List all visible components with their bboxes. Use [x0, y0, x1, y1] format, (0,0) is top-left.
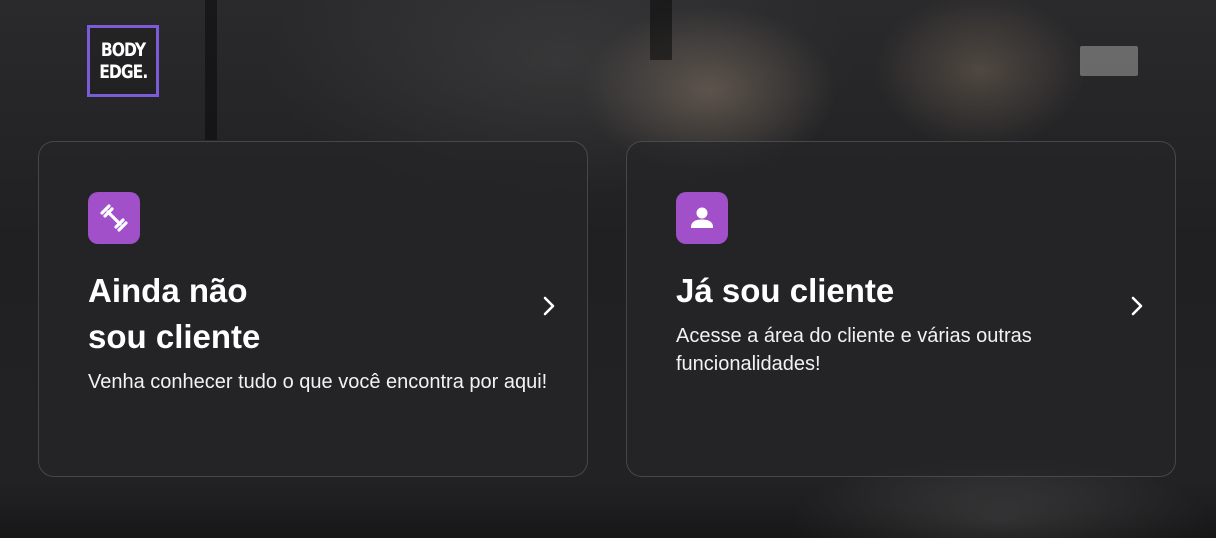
- user-icon: [676, 192, 728, 244]
- logo-text-line2: EDGE.: [99, 61, 148, 83]
- background-pillar: [205, 0, 217, 140]
- background-floor: [0, 478, 1216, 538]
- already-client-title-line1: Já sou cliente: [676, 272, 895, 309]
- not-client-title-line2: sou cliente: [88, 318, 261, 355]
- logo-text-line1: BODY: [100, 39, 146, 61]
- already-client-description: Acesse a área do cliente e várias outras…: [676, 325, 1032, 375]
- already-client-card[interactable]: Já sou cliente Acesse a área do cliente …: [626, 141, 1176, 477]
- not-client-card[interactable]: Ainda não sou cliente Venha conhecer tud…: [38, 141, 588, 477]
- already-client-title: Já sou cliente: [676, 268, 894, 314]
- not-client-description: Venha conhecer tudo o que você encontra …: [88, 371, 548, 393]
- background-pillar: [650, 0, 672, 60]
- brand-logo: BODY EDGE.: [87, 25, 159, 97]
- not-client-title: Ainda não sou cliente: [88, 268, 260, 360]
- dumbbell-icon: [88, 192, 140, 244]
- background-light: [1080, 46, 1138, 76]
- chevron-right-icon: [543, 296, 555, 316]
- not-client-title-line1: Ainda não: [88, 272, 248, 309]
- chevron-right-icon: [1131, 296, 1143, 316]
